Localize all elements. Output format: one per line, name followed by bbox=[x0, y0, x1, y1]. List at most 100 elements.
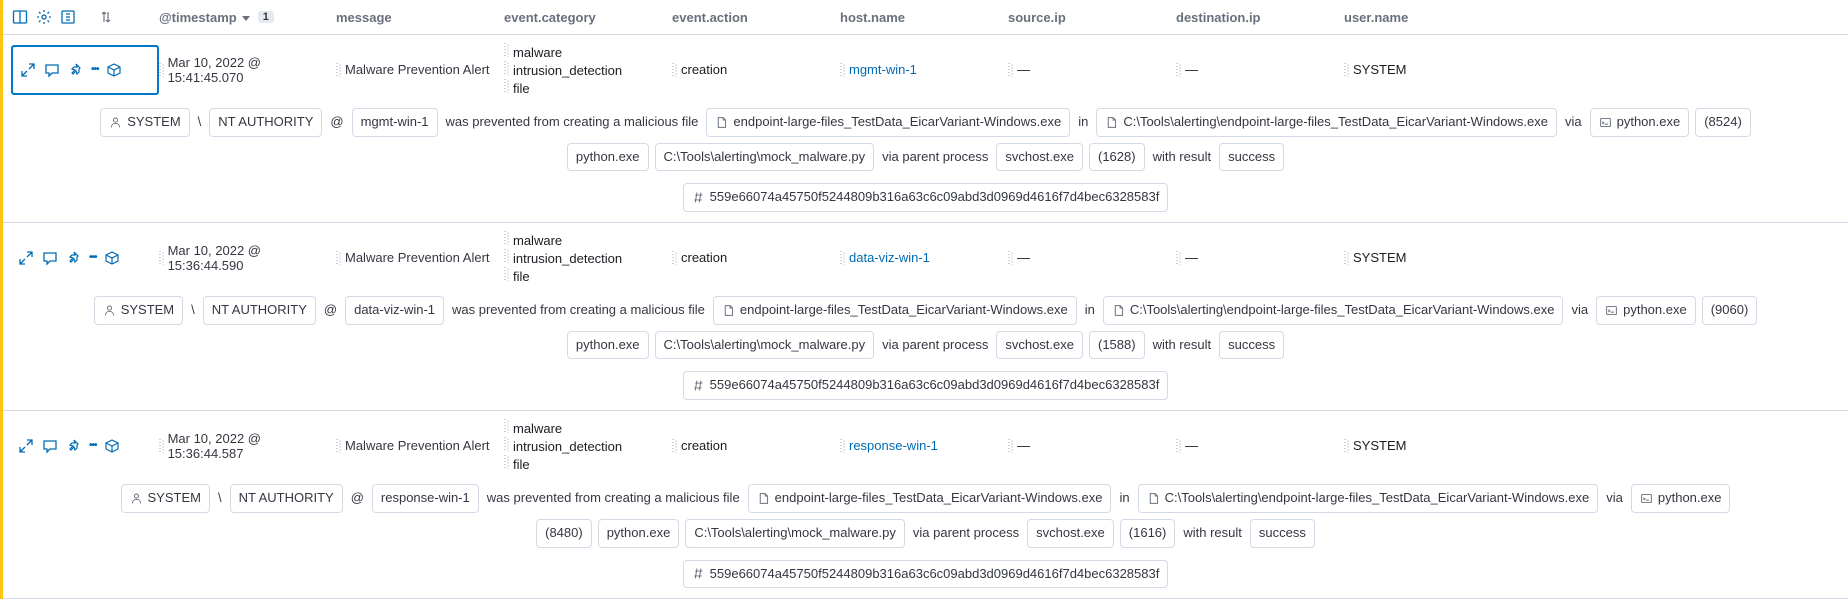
detail-token[interactable]: endpoint-large-files_TestData_EicarVaria… bbox=[713, 296, 1077, 325]
col-message[interactable]: message bbox=[336, 10, 504, 25]
detail-text: was prevented from creating a malicious … bbox=[450, 298, 707, 323]
cell-action: creation bbox=[672, 438, 840, 453]
detail-token[interactable]: C:\Tools\alerting\endpoint-large-files_T… bbox=[1138, 484, 1599, 513]
detail-token[interactable]: C:\Tools\alerting\endpoint-large-files_T… bbox=[1096, 108, 1557, 137]
col-sourceip[interactable]: source.ip bbox=[1008, 10, 1176, 25]
detail-token[interactable]: (8524) bbox=[1695, 108, 1751, 137]
cell-host: mgmt-win-1 bbox=[840, 62, 1008, 77]
detail-token[interactable]: 559e66074a45750f5244809b316a63c6c09abd3d… bbox=[683, 560, 1169, 589]
pin-icon[interactable] bbox=[65, 437, 83, 455]
detail-token[interactable]: endpoint-large-files_TestData_EicarVaria… bbox=[706, 108, 1070, 137]
more-icon[interactable]: ••• bbox=[89, 252, 97, 263]
detail-token[interactable]: python.exe bbox=[1590, 108, 1690, 137]
expand-icon[interactable] bbox=[17, 437, 35, 455]
detail-token[interactable]: SYSTEM bbox=[100, 108, 189, 137]
header-controls bbox=[11, 8, 159, 26]
col-category[interactable]: event.category bbox=[504, 10, 672, 25]
detail-token[interactable]: 559e66074a45750f5244809b316a63c6c09abd3d… bbox=[683, 371, 1169, 400]
detail-token[interactable]: C:\Tools\alerting\mock_malware.py bbox=[685, 519, 905, 548]
fullscreen-icon[interactable] bbox=[59, 8, 77, 26]
detail-token[interactable]: data-viz-win-1 bbox=[345, 296, 444, 325]
table-row: •••Mar 10, 2022 @ 15:41:45.070Malware Pr… bbox=[3, 35, 1848, 223]
cell-action: creation bbox=[672, 250, 840, 265]
analyzer-icon[interactable] bbox=[105, 61, 123, 79]
detail-text: via parent process bbox=[911, 521, 1021, 546]
sort-icon[interactable] bbox=[97, 8, 115, 26]
detail-token[interactable]: python.exe bbox=[567, 331, 649, 360]
notes-icon[interactable] bbox=[41, 249, 59, 267]
host-link[interactable]: response-win-1 bbox=[849, 438, 938, 453]
cell-sourceip: — bbox=[1008, 62, 1176, 77]
detail-token[interactable]: success bbox=[1219, 331, 1284, 360]
detail-text: with result bbox=[1181, 521, 1244, 546]
detail-text: was prevented from creating a malicious … bbox=[444, 110, 701, 135]
row-details: SYSTEM\NT AUTHORITY@response-win-1was pr… bbox=[3, 480, 1848, 598]
detail-token[interactable]: success bbox=[1250, 519, 1315, 548]
row-actions: ••• bbox=[11, 249, 159, 267]
detail-text: in bbox=[1117, 486, 1131, 511]
detail-token[interactable]: NT AUTHORITY bbox=[203, 296, 316, 325]
detail-token[interactable]: NT AUTHORITY bbox=[209, 108, 322, 137]
more-icon[interactable]: ••• bbox=[89, 440, 97, 451]
cell-user: SYSTEM bbox=[1344, 250, 1504, 265]
host-link[interactable]: data-viz-win-1 bbox=[849, 250, 930, 265]
more-icon[interactable]: ••• bbox=[91, 64, 99, 75]
detail-text: \ bbox=[216, 486, 224, 511]
analyzer-icon[interactable] bbox=[103, 437, 121, 455]
table-row: •••Mar 10, 2022 @ 15:36:44.587Malware Pr… bbox=[3, 411, 1848, 599]
notes-icon[interactable] bbox=[43, 61, 61, 79]
detail-token[interactable]: svchost.exe bbox=[996, 143, 1083, 172]
col-timestamp[interactable]: @timestamp 1 bbox=[159, 10, 336, 25]
detail-token[interactable]: (1628) bbox=[1089, 143, 1145, 172]
host-link[interactable]: mgmt-win-1 bbox=[849, 62, 917, 77]
detail-token[interactable]: SYSTEM bbox=[94, 296, 183, 325]
detail-token[interactable]: (1616) bbox=[1120, 519, 1176, 548]
detail-token[interactable]: 559e66074a45750f5244809b316a63c6c09abd3d… bbox=[683, 183, 1169, 212]
cell-category: malwareintrusion_detectionfile bbox=[504, 43, 672, 96]
detail-token[interactable]: svchost.exe bbox=[1027, 519, 1114, 548]
detail-token[interactable]: C:\Tools\alerting\mock_malware.py bbox=[655, 331, 875, 360]
expand-icon[interactable] bbox=[19, 61, 37, 79]
detail-text: was prevented from creating a malicious … bbox=[485, 486, 742, 511]
cell-action: creation bbox=[672, 62, 840, 77]
detail-token[interactable]: response-win-1 bbox=[372, 484, 479, 513]
table-header: @timestamp 1 message event.category even… bbox=[3, 0, 1848, 35]
cell-message: Malware Prevention Alert bbox=[336, 250, 504, 265]
pin-icon[interactable] bbox=[65, 249, 83, 267]
col-destip[interactable]: destination.ip bbox=[1176, 10, 1344, 25]
cell-destip: — bbox=[1176, 250, 1344, 265]
detail-token[interactable]: python.exe bbox=[1631, 484, 1731, 513]
detail-token[interactable]: python.exe bbox=[567, 143, 649, 172]
pin-icon[interactable] bbox=[67, 61, 85, 79]
notes-icon[interactable] bbox=[41, 437, 59, 455]
cell-message: Malware Prevention Alert bbox=[336, 62, 504, 77]
detail-token[interactable]: (1588) bbox=[1089, 331, 1145, 360]
expand-icon[interactable] bbox=[17, 249, 35, 267]
cell-sourceip: — bbox=[1008, 250, 1176, 265]
detail-text: via parent process bbox=[880, 333, 990, 358]
detail-text: \ bbox=[189, 298, 197, 323]
cell-timestamp: Mar 10, 2022 @ 15:36:44.587 bbox=[159, 431, 336, 461]
detail-token[interactable]: python.exe bbox=[598, 519, 680, 548]
detail-token[interactable]: NT AUTHORITY bbox=[230, 484, 343, 513]
row-actions: ••• bbox=[11, 45, 159, 95]
detail-token[interactable]: success bbox=[1219, 143, 1284, 172]
detail-token[interactable]: svchost.exe bbox=[996, 331, 1083, 360]
col-username[interactable]: user.name bbox=[1344, 10, 1504, 25]
cell-user: SYSTEM bbox=[1344, 62, 1504, 77]
col-action[interactable]: event.action bbox=[672, 10, 840, 25]
detail-token[interactable]: SYSTEM bbox=[121, 484, 210, 513]
detail-text: @ bbox=[349, 486, 366, 511]
detail-token[interactable]: (9060) bbox=[1702, 296, 1758, 325]
detail-token[interactable]: (8480) bbox=[536, 519, 592, 548]
detail-token[interactable]: mgmt-win-1 bbox=[352, 108, 438, 137]
cell-category: malwareintrusion_detectionfile bbox=[504, 419, 672, 472]
detail-token[interactable]: C:\Tools\alerting\mock_malware.py bbox=[655, 143, 875, 172]
detail-token[interactable]: C:\Tools\alerting\endpoint-large-files_T… bbox=[1103, 296, 1564, 325]
analyzer-icon[interactable] bbox=[103, 249, 121, 267]
settings-icon[interactable] bbox=[35, 8, 53, 26]
col-hostname[interactable]: host.name bbox=[840, 10, 1008, 25]
columns-icon[interactable] bbox=[11, 8, 29, 26]
detail-token[interactable]: python.exe bbox=[1596, 296, 1696, 325]
detail-token[interactable]: endpoint-large-files_TestData_EicarVaria… bbox=[748, 484, 1112, 513]
